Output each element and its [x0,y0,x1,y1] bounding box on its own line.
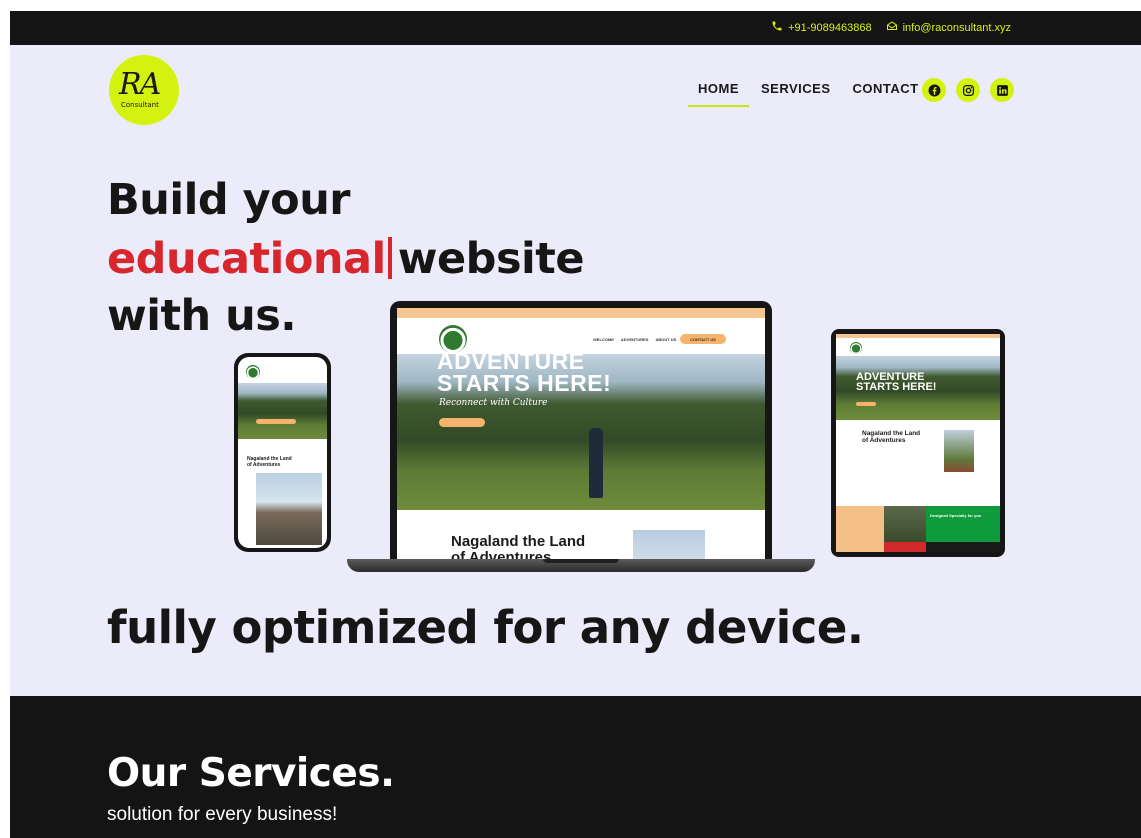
tablet-card-red [884,542,926,552]
phone-section-title: Nagaland the Land of Adventures [247,456,292,468]
social-links [922,78,1014,102]
laptop-notch [543,559,619,563]
linkedin-icon[interactable] [990,78,1014,102]
hero-tagline: fully optimized for any device. [107,601,864,654]
hero-highlight-word: educational [107,234,386,284]
tablet-mockup: ADVENTURE STARTS HERE! Nagaland the Land o… [831,329,1005,557]
hero-line-2: educational website [107,234,585,284]
phone-hero-image [238,383,327,439]
nav-services[interactable]: SERVICES [761,81,831,96]
tablet-card-image [884,506,926,542]
email-link[interactable]: info@raconsultant.xyz [886,20,1011,35]
laptop-section-title: Nagaland the Land of Adventures [451,533,586,560]
brand-logo[interactable]: RA Consultant [109,55,179,125]
nav-contact[interactable]: CONTACT [853,81,919,96]
tablet-site-topbar [836,334,1000,338]
laptop-site-nav: WELCOME ADVENTURES ABOUT US [593,337,677,342]
phone-mockup: Nagaland the Land of Adventures [234,353,331,552]
tablet-card-dark [926,542,1000,552]
phone-number: +91-9089463868 [788,21,872,34]
services-title: Our Services. [107,751,395,796]
page: +91-9089463868 info@raconsultant.xyz RA … [10,11,1141,838]
instagram-icon[interactable] [956,78,980,102]
tablet-site-logo [850,342,862,354]
tablet-hero-button [856,402,876,406]
logo-text: RA [119,67,161,102]
top-contact-bar: +91-9089463868 info@raconsultant.xyz [10,11,1141,45]
phone-site-logo [246,365,260,379]
facebook-icon[interactable] [922,78,946,102]
laptop-hero-title: ADVENTURE STARTS HERE! [437,348,612,396]
main-nav: HOME SERVICES CONTACT [688,81,919,107]
tablet-section-image [944,430,974,472]
services-section: Our Services. solution for every busines… [10,696,1141,838]
envelope-icon [886,20,898,35]
hero-line-3: with us. [107,291,297,341]
laptop-hero-button [439,418,485,427]
hero-line-1: Build your [107,175,351,225]
laptop-site-topbar [397,308,765,318]
typing-caret [387,237,392,279]
phone-content-image [256,473,322,545]
hero-line-2-rest: website [397,234,585,284]
email-address: info@raconsultant.xyz [902,21,1011,34]
laptop-hero-subtitle: Reconnect with Culture [439,398,548,408]
laptop-section-image [633,530,705,559]
services-subtitle: solution for every business! [107,804,338,825]
phone-hero-button [256,419,296,424]
laptop-screen: WELCOME ADVENTURES ABOUT US CONTACT US A… [397,308,765,559]
contact-info: +91-9089463868 info@raconsultant.xyz [771,20,1011,35]
logo-subtext: Consultant [121,101,159,109]
laptop-mockup: WELCOME ADVENTURES ABOUT US CONTACT US A… [390,301,772,559]
tablet-section-title: Nagaland the Land of Adventures [862,430,921,444]
phone-link[interactable]: +91-9089463868 [771,20,872,35]
hero-person-figure [589,428,603,498]
laptop-cta-button: CONTACT US [680,334,726,344]
tablet-hero-title: ADVENTURE STARTS HERE! [856,371,937,393]
phone-screen: Nagaland the Land of Adventures [238,357,327,548]
phone-icon [771,20,783,35]
tablet-card-green: Designed Specially for you [926,506,1000,542]
tablet-card-orange [836,506,884,552]
nav-home[interactable]: HOME [688,81,749,107]
tablet-screen: ADVENTURE STARTS HERE! Nagaland the Land o… [836,334,1000,552]
